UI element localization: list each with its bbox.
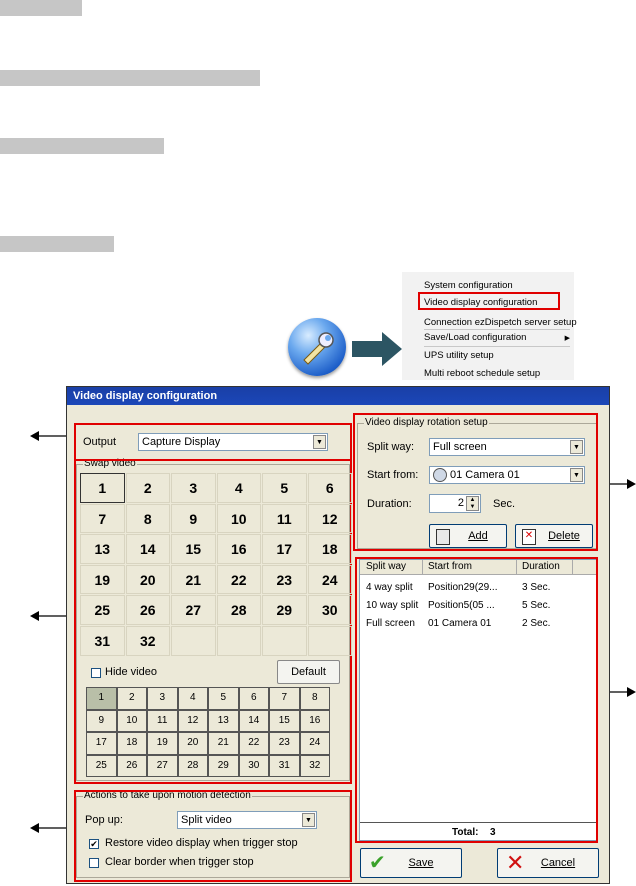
channel-cell[interactable]: 7 [269,687,300,710]
swap-video-cell[interactable]: 1 [80,473,125,503]
swap-video-cell[interactable]: 6 [307,473,352,503]
channel-cell[interactable]: 23 [269,732,300,755]
swap-video-cell[interactable] [216,626,261,656]
dialog-title: Video display configuration [67,387,609,405]
channel-cell[interactable]: 20 [177,732,208,755]
menu-highlight-box [418,292,560,310]
right-arrow-icon [352,332,402,366]
channel-cell[interactable]: 4 [177,687,208,710]
checkmark-icon: ✔ [369,852,386,874]
channel-cell[interactable]: 6 [238,687,269,710]
channel-cell[interactable]: 17 [86,732,117,755]
left-callout-arrow-icon [30,611,66,621]
swap-video-cell[interactable]: 16 [216,534,261,564]
channel-cell[interactable]: 10 [116,709,147,732]
channel-cell[interactable]: 25 [86,754,117,777]
swap-video-cell[interactable]: 11 [262,503,307,534]
menu-separator [424,329,570,330]
channel-cell[interactable]: 26 [116,754,147,777]
menu-item-multi-reboot-schedule[interactable]: Multi reboot schedule setup [424,368,540,379]
save-button-label: Save [408,857,434,869]
channel-cell[interactable]: 31 [269,754,300,777]
swap-video-cell[interactable]: 5 [262,473,307,503]
channel-cell[interactable]: 22 [238,732,269,755]
channel-cell[interactable]: 13 [208,709,239,732]
channel-cell[interactable]: 24 [299,732,330,755]
swap-video-cell[interactable]: 3 [171,473,216,503]
swap-video-cell[interactable]: 2 [125,473,170,503]
swap-video-cell[interactable]: 32 [125,626,170,656]
menu-item-ups-utility-setup[interactable]: UPS utility setup [424,350,494,361]
channel-cell[interactable]: 28 [177,754,208,777]
redacted-heading-3 [0,138,164,154]
video-display-configuration-dialog: Video display configuration Output Captu… [66,386,610,884]
channel-cell[interactable]: 1 [86,687,117,710]
channel-cell[interactable]: 3 [147,687,178,710]
swap-video-cell[interactable]: 13 [80,534,125,564]
swap-video-cell[interactable]: 23 [262,564,307,595]
swap-video-cell[interactable]: 8 [125,503,170,534]
annotation-box-motion [74,790,352,882]
submenu-arrow-icon: ▶ [564,335,570,342]
channel-cell[interactable]: 21 [208,732,239,755]
swap-video-cell[interactable]: 27 [171,595,216,625]
channel-cell[interactable]: 9 [86,709,117,732]
wrench-tool-icon[interactable] [288,318,346,376]
swap-video-cell[interactable]: 17 [262,534,307,564]
annotation-box-list [355,557,598,843]
swap-video-cell[interactable]: 20 [125,564,170,595]
channel-cell[interactable]: 30 [238,754,269,777]
swap-video-cell[interactable]: 12 [307,503,352,534]
channel-cell[interactable]: 19 [147,732,178,755]
channel-cell[interactable]: 29 [208,754,239,777]
channel-cell[interactable]: 18 [116,732,147,755]
swap-video-cell[interactable]: 30 [307,595,352,625]
swap-video-cell[interactable]: 28 [216,595,261,625]
swap-video-cell[interactable]: 26 [125,595,170,625]
swap-video-cell[interactable] [171,626,216,656]
swap-video-cell[interactable]: 19 [80,564,125,595]
swap-video-cell[interactable]: 31 [80,626,125,656]
channel-cell[interactable]: 32 [299,754,330,777]
menu-item-connection-ezdispetch[interactable]: Connection ezDispetch server setup [424,317,577,328]
swap-video-cell[interactable] [307,626,352,656]
channel-cell[interactable]: 11 [147,709,178,732]
channel-cell[interactable]: 2 [116,687,147,710]
swap-video-cell[interactable]: 10 [216,503,261,534]
channel-cell[interactable]: 12 [177,709,208,732]
annotation-box-output [74,423,352,461]
swap-video-cell[interactable]: 18 [307,534,352,564]
swap-video-cell[interactable]: 24 [307,564,352,595]
channel-cell[interactable]: 14 [238,709,269,732]
swap-video-cell[interactable]: 22 [216,564,261,595]
save-button[interactable]: ✔ Save [360,848,462,878]
swap-video-cell[interactable]: 4 [216,473,261,503]
channel-cell[interactable]: 15 [269,709,300,732]
left-callout-arrow-icon [30,431,66,441]
menu-item-save-load-configuration[interactable]: Save/Load configuration [424,332,526,343]
left-callout-arrow-icon [30,823,66,833]
swap-video-cell[interactable]: 29 [262,595,307,625]
redacted-heading-2 [0,70,260,86]
cancel-button-label: Cancel [540,857,576,869]
swap-video-cell[interactable]: 21 [171,564,216,595]
channel-cell[interactable]: 8 [299,687,330,710]
redacted-heading-1 [0,0,82,16]
config-menu: System configuration Video display confi… [402,272,577,380]
redacted-heading-4 [0,236,114,252]
swap-video-cell[interactable] [262,626,307,656]
swap-video-cell[interactable]: 9 [171,503,216,534]
menu-item-system-configuration[interactable]: System configuration [424,280,513,291]
swap-video-cell[interactable]: 14 [125,534,170,564]
channel-cell[interactable]: 16 [299,709,330,732]
menu-separator [424,346,570,347]
swap-video-cell[interactable]: 25 [80,595,125,625]
close-icon: ✕ [506,850,525,875]
swap-video-cell[interactable]: 7 [80,503,125,534]
cancel-button[interactable]: ✕ Cancel [497,848,599,878]
annotation-box-rotation [353,413,598,551]
swap-video-cell[interactable]: 15 [171,534,216,564]
channel-cell[interactable]: 5 [208,687,239,710]
channel-cell[interactable]: 27 [147,754,178,777]
